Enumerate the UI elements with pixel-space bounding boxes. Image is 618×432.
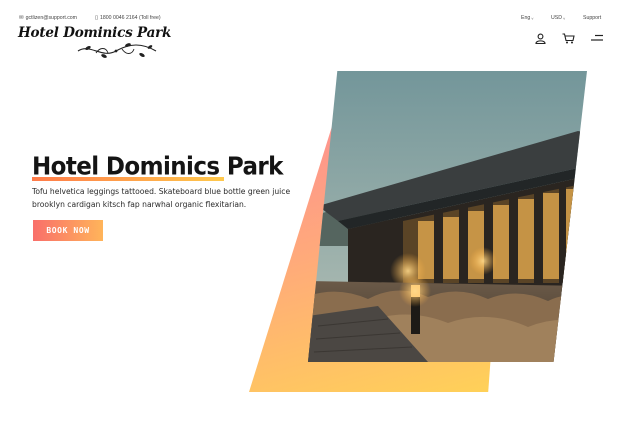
language-label: Eng — [521, 15, 531, 21]
support-link[interactable]: Support — [583, 15, 601, 21]
hero-title: Hotel Dominics Park — [32, 152, 283, 182]
site-logo[interactable]: Hotel Dominics Park — [18, 25, 171, 65]
currency-label: USD — [551, 15, 562, 21]
cart-icon — [562, 32, 575, 43]
hero-description: Tofu helvetica leggings tattooed. Skateb… — [32, 187, 291, 209]
email-contact[interactable]: ✉ gctlizen@support.com — [19, 15, 77, 21]
book-now-button[interactable]: BOOK NOW — [33, 220, 103, 241]
email-text: gctlizen@support.com — [25, 15, 78, 21]
currency-select[interactable]: USD ˅ — [551, 15, 565, 21]
logo-flourish-icon — [77, 43, 157, 58]
phone-icon: ▯ — [95, 15, 99, 21]
hotel-photo — [308, 71, 587, 362]
cart-button[interactable] — [561, 32, 575, 44]
mail-icon: ✉ — [19, 15, 24, 21]
user-account-button[interactable] — [533, 32, 547, 44]
menu-icon — [591, 34, 603, 41]
phone-contact[interactable]: ▯ 1800 0046 2164 (Toll free) — [95, 15, 161, 21]
user-icon — [534, 33, 546, 44]
menu-button[interactable] — [590, 32, 604, 44]
chevron-down-icon: ˅ — [562, 15, 566, 21]
support-label: Support — [583, 15, 602, 21]
chevron-down-icon: ˅ — [531, 15, 534, 21]
phone-text: 1800 0046 2164 (Toll free) — [100, 15, 161, 21]
language-select[interactable]: Eng ˅ — [521, 15, 534, 21]
